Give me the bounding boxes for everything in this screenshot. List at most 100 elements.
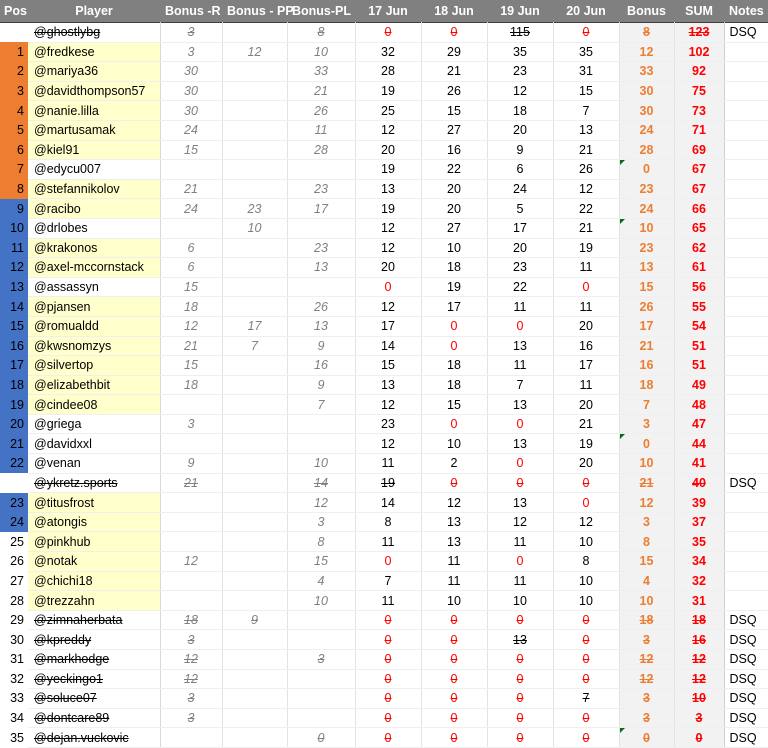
cell-position[interactable]: 10 — [0, 218, 28, 239]
cell-sum-total[interactable]: 65 — [674, 218, 725, 239]
cell-sum-total[interactable]: 51 — [674, 336, 725, 357]
cell-sum-total[interactable]: 0 — [674, 727, 725, 748]
cell-bonus-r[interactable] — [160, 433, 223, 455]
cell-player-name[interactable]: @martusamak — [28, 120, 161, 141]
cell-day-20-jun[interactable]: 13 — [553, 120, 620, 141]
cell-notes[interactable] — [724, 179, 768, 200]
cell-player-name[interactable]: @pjansen — [28, 296, 161, 317]
cell-sum-total[interactable]: 61 — [674, 257, 725, 278]
cell-notes[interactable] — [724, 159, 768, 180]
table-row[interactable]: @ghostlybg 3 8 0 0 115 0 8 123 DSQ — [0, 22, 768, 43]
cell-bonus-pl[interactable]: 33 — [287, 61, 356, 82]
cell-position[interactable]: 29 — [0, 610, 28, 630]
cell-player-name[interactable]: @drlobes — [28, 218, 161, 239]
table-row[interactable]: 34 @dontcare89 3 0 0 0 0 3 3 DSQ — [0, 708, 768, 729]
cell-day-19-jun[interactable]: 0 — [487, 727, 554, 748]
cell-day-18-jun[interactable]: 0 — [421, 610, 488, 631]
cell-sum-total[interactable]: 41 — [674, 453, 725, 474]
cell-player-name[interactable]: @notak — [28, 551, 161, 572]
cell-player-name[interactable]: @griega — [28, 414, 161, 435]
cell-notes[interactable] — [724, 531, 768, 553]
cell-player-name[interactable]: @pinkhub — [28, 531, 161, 553]
cell-bonus-r[interactable] — [160, 571, 223, 592]
cell-day-17-jun[interactable]: 0 — [355, 22, 422, 43]
cell-day-17-jun[interactable]: 28 — [355, 61, 422, 82]
cell-player-name[interactable]: @cindee08 — [28, 394, 161, 415]
table-row[interactable]: 1 @fredkese 3 12 10 32 29 35 35 12 102 — [0, 42, 768, 63]
cell-day-20-jun[interactable]: 21 — [553, 218, 620, 239]
cell-day-19-jun[interactable]: 23 — [487, 61, 554, 82]
cell-day-20-jun[interactable]: 20 — [553, 316, 620, 337]
cell-day-20-jun[interactable]: 15 — [553, 81, 620, 102]
cell-bonus-pp[interactable] — [222, 414, 288, 435]
cell-bonus-total[interactable]: 3 — [619, 688, 675, 709]
table-row[interactable]: 26 @notak 12 15 0 11 0 8 15 34 — [0, 551, 768, 572]
cell-player-name[interactable]: @titusfrost — [28, 492, 161, 513]
cell-sum-total[interactable]: 10 — [674, 688, 725, 709]
cell-day-18-jun[interactable]: 0 — [421, 727, 488, 748]
cell-sum-total[interactable]: 102 — [674, 42, 725, 63]
cell-bonus-r[interactable]: 9 — [160, 453, 223, 474]
table-row[interactable]: 7 @edycu007 19 22 6 26 0 67 — [0, 159, 768, 180]
cell-day-20-jun[interactable]: 11 — [553, 257, 620, 278]
cell-bonus-pl[interactable] — [287, 414, 356, 435]
cell-day-19-jun[interactable]: 11 — [487, 296, 554, 317]
cell-day-17-jun[interactable]: 12 — [355, 433, 422, 455]
cell-player-name[interactable]: @kwsnomzys — [28, 336, 161, 357]
cell-day-18-jun[interactable]: 0 — [421, 316, 488, 337]
cell-day-18-jun[interactable]: 0 — [421, 336, 488, 357]
cell-day-20-jun[interactable]: 0 — [553, 708, 620, 729]
cell-player-name[interactable]: @edycu007 — [28, 159, 161, 180]
cell-day-18-jun[interactable]: 19 — [421, 277, 488, 298]
cell-bonus-total[interactable]: 12 — [619, 649, 675, 670]
cell-bonus-r[interactable] — [160, 727, 223, 748]
cell-bonus-pp[interactable] — [222, 512, 288, 533]
table-row[interactable]: 15 @romualdd 12 17 13 17 0 0 20 17 54 — [0, 316, 768, 337]
cell-day-18-jun[interactable]: 2 — [421, 453, 488, 474]
cell-position[interactable]: 21 — [0, 433, 28, 454]
cell-day-19-jun[interactable]: 7 — [487, 375, 554, 396]
cell-bonus-total[interactable]: 23 — [619, 179, 675, 200]
cell-player-name[interactable]: @stefannikolov — [28, 179, 161, 200]
cell-day-17-jun[interactable]: 19 — [355, 198, 422, 219]
cell-notes[interactable]: DSQ — [724, 22, 768, 43]
cell-day-19-jun[interactable]: 0 — [487, 551, 554, 572]
cell-bonus-pp[interactable] — [222, 277, 288, 298]
cell-day-19-jun[interactable]: 13 — [487, 492, 554, 513]
cell-bonus-pl[interactable]: 9 — [287, 375, 356, 396]
cell-bonus-total[interactable]: 3 — [619, 512, 675, 533]
column-header-19-jun[interactable]: 19 Jun — [487, 0, 553, 23]
cell-day-18-jun[interactable]: 0 — [421, 473, 488, 494]
cell-position[interactable] — [0, 22, 28, 43]
cell-day-17-jun[interactable]: 19 — [355, 81, 422, 102]
cell-position[interactable]: 33 — [0, 688, 28, 709]
cell-position[interactable]: 32 — [0, 669, 28, 689]
column-header-bonus-pl[interactable]: Bonus-PL — [287, 0, 355, 23]
cell-position[interactable]: 7 — [0, 159, 28, 180]
cell-position[interactable]: 1 — [0, 42, 28, 62]
cell-sum-total[interactable]: 16 — [674, 629, 725, 650]
cell-bonus-total[interactable]: 21 — [619, 473, 675, 494]
cell-bonus-r[interactable]: 3 — [160, 688, 223, 709]
cell-bonus-pp[interactable] — [222, 492, 288, 513]
cell-bonus-r[interactable]: 12 — [160, 551, 223, 572]
cell-notes[interactable] — [724, 433, 768, 455]
cell-bonus-total[interactable]: 3 — [619, 708, 675, 729]
cell-sum-total[interactable]: 51 — [674, 355, 725, 376]
cell-day-18-jun[interactable]: 0 — [421, 22, 488, 43]
cell-day-18-jun[interactable]: 18 — [421, 257, 488, 278]
cell-bonus-total[interactable]: 12 — [619, 492, 675, 513]
table-row[interactable]: 14 @pjansen 18 26 12 17 11 11 26 55 — [0, 296, 768, 317]
cell-bonus-pp[interactable] — [222, 669, 288, 690]
cell-bonus-r[interactable] — [160, 512, 223, 533]
cell-notes[interactable] — [724, 198, 768, 219]
table-row[interactable]: @ykretz.sports 21 14 19 0 0 0 21 40 DSQ — [0, 473, 768, 494]
cell-day-17-jun[interactable]: 14 — [355, 492, 422, 513]
cell-bonus-r[interactable] — [160, 218, 223, 239]
cell-bonus-pp[interactable] — [222, 238, 288, 259]
cell-notes[interactable] — [724, 355, 768, 376]
cell-bonus-pl[interactable]: 8 — [287, 531, 356, 553]
cell-player-name[interactable]: @trezzahn — [28, 590, 161, 611]
cell-day-20-jun[interactable]: 20 — [553, 394, 620, 415]
cell-day-17-jun[interactable]: 12 — [355, 218, 422, 239]
